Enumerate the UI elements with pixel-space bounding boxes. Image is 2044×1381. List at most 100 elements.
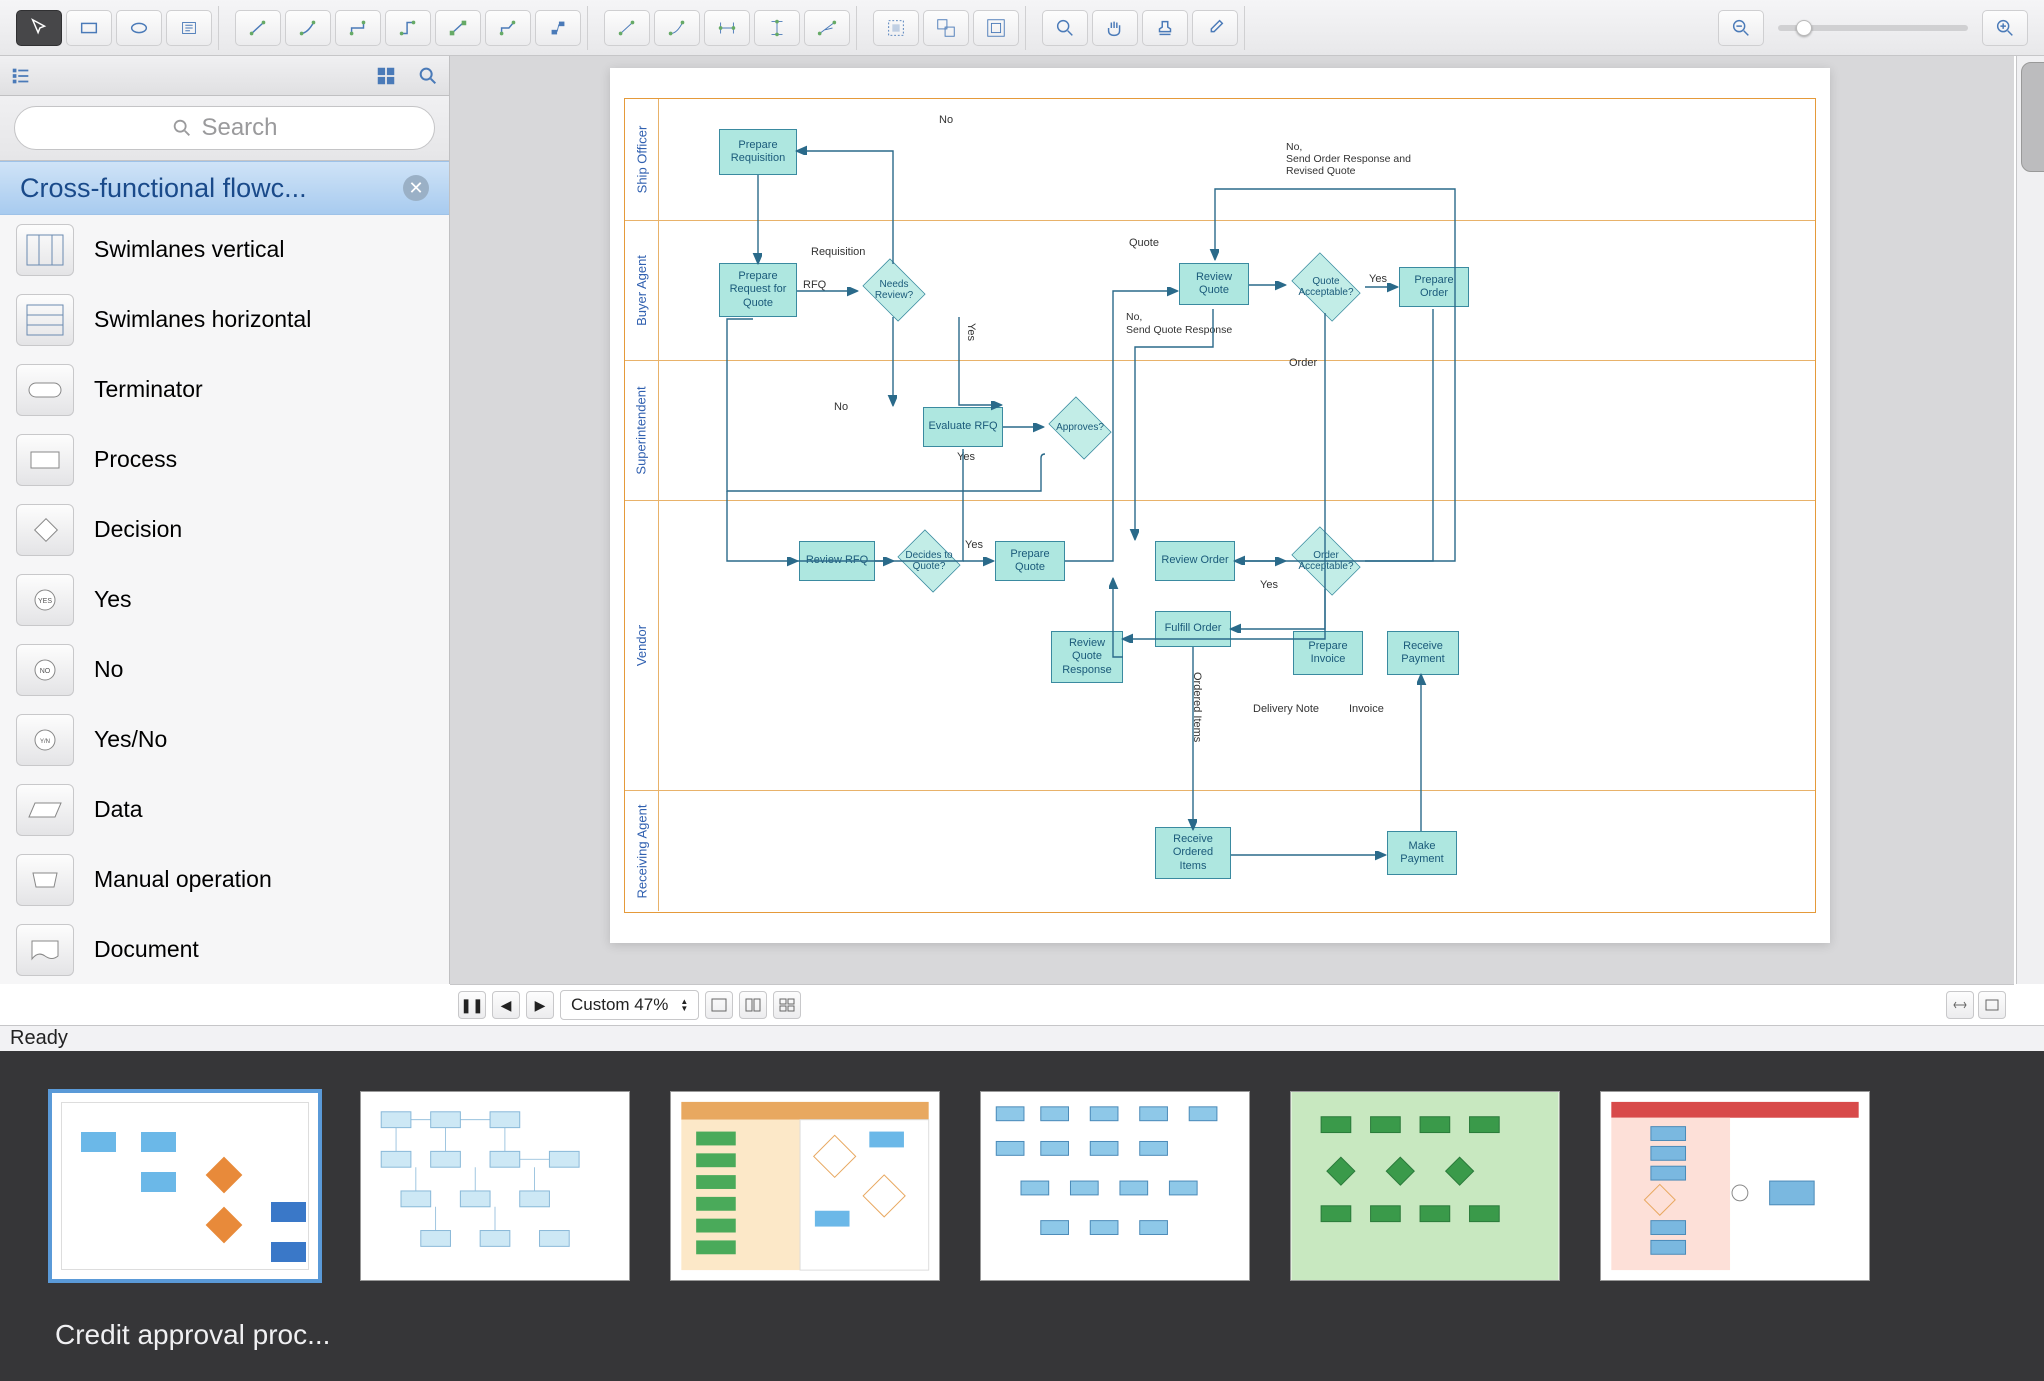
node-fulfill-order[interactable]: Fulfill Order: [1155, 611, 1231, 647]
node-review-quote-resp[interactable]: Review Quote Response: [1051, 631, 1123, 683]
node-prepare-invoice[interactable]: Prepare Invoice: [1293, 631, 1363, 675]
thumbnail-3[interactable]: [670, 1091, 940, 1281]
group-1[interactable]: [873, 10, 919, 46]
edge-label-no2: No: [834, 401, 848, 413]
node-order-acceptable[interactable]: Order Acceptable?: [1286, 533, 1366, 589]
shape-label: Process: [94, 446, 177, 473]
top-toolbar: [0, 0, 2044, 56]
node-needs-review[interactable]: Needs Review?: [859, 263, 929, 317]
shape-label: Terminator: [94, 376, 203, 403]
node-review-order[interactable]: Review Order: [1155, 541, 1235, 581]
connector-2[interactable]: [285, 10, 331, 46]
connector-1[interactable]: [235, 10, 281, 46]
page-next-icon[interactable]: ▶: [526, 991, 554, 1019]
decision-icon: [16, 504, 74, 556]
drawing-page[interactable]: Ship Officer Prepare Requisition No No, …: [610, 68, 1830, 943]
shape-terminator[interactable]: Terminator: [0, 355, 449, 425]
node-review-rfq[interactable]: Review RFQ: [799, 541, 875, 581]
zoom-in[interactable]: [1982, 10, 2028, 46]
node-receive-items[interactable]: Receive Ordered Items: [1155, 827, 1231, 879]
group-2[interactable]: [923, 10, 969, 46]
node-receive-payment[interactable]: Receive Payment: [1387, 631, 1459, 675]
connector-3[interactable]: [335, 10, 381, 46]
lane-label-0: Ship Officer: [634, 126, 649, 194]
connector-6[interactable]: [485, 10, 531, 46]
shape-label: Document: [94, 936, 199, 963]
thumbnail-4[interactable]: [980, 1091, 1250, 1281]
page-pause-icon[interactable]: ❚❚: [458, 991, 486, 1019]
shape-manual[interactable]: Manual operation: [0, 845, 449, 915]
stamp-tool[interactable]: [1142, 10, 1188, 46]
group-3[interactable]: [973, 10, 1019, 46]
shape-data[interactable]: Data: [0, 775, 449, 845]
align-5[interactable]: [804, 10, 850, 46]
zoom-down-icon[interactable]: ▼: [680, 1005, 688, 1012]
page-prev-icon[interactable]: ◀: [492, 991, 520, 1019]
node-review-quote[interactable]: Review Quote: [1179, 263, 1249, 305]
process-icon: [16, 434, 74, 486]
library-sidebar: Search Cross-functional flowc... ✕ Swiml…: [0, 56, 450, 984]
eyedropper-tool[interactable]: [1192, 10, 1238, 46]
thumbnail-1[interactable]: [50, 1091, 320, 1281]
pan-tool[interactable]: [1092, 10, 1138, 46]
document-icon: [16, 924, 74, 976]
view-multi-icon[interactable]: [739, 991, 767, 1019]
terminator-icon: [16, 364, 74, 416]
close-library-icon[interactable]: ✕: [403, 175, 429, 201]
vertical-scrollbar[interactable]: [2016, 56, 2044, 984]
zoom-indicator[interactable]: Custom 47% ▲▼: [560, 990, 699, 1020]
search-input[interactable]: Search: [14, 106, 435, 150]
shape-document[interactable]: Document: [0, 915, 449, 984]
node-quote-acceptable[interactable]: Quote Acceptable?: [1286, 259, 1366, 315]
text-tool[interactable]: [166, 10, 212, 46]
align-2[interactable]: [654, 10, 700, 46]
shape-yes[interactable]: YESYes: [0, 565, 449, 635]
align-3[interactable]: [704, 10, 750, 46]
tab-search-icon[interactable]: [407, 57, 449, 95]
zoom-tool[interactable]: [1042, 10, 1088, 46]
zoom-out[interactable]: [1718, 10, 1764, 46]
view-single-icon[interactable]: [705, 991, 733, 1019]
rectangle-tool[interactable]: [66, 10, 112, 46]
node-prepare-quote[interactable]: Prepare Quote: [995, 541, 1065, 581]
thumbnail-6[interactable]: [1600, 1091, 1870, 1281]
shape-process[interactable]: Process: [0, 425, 449, 495]
lane-label-1: Buyer Agent: [634, 255, 649, 326]
edge-label-yes3: Yes: [965, 539, 983, 551]
shape-decision[interactable]: Decision: [0, 495, 449, 565]
shape-no[interactable]: NONo: [0, 635, 449, 705]
node-prepare-order[interactable]: Prepare Order: [1399, 267, 1469, 307]
edge-label-no: No: [939, 114, 953, 126]
view-grid-icon[interactable]: [773, 991, 801, 1019]
shape-yesno[interactable]: Y/NYes/No: [0, 705, 449, 775]
connector-7[interactable]: [535, 10, 581, 46]
status-bar: Ready: [0, 1025, 2044, 1051]
node-approves[interactable]: Approves?: [1045, 401, 1115, 455]
search-icon: [171, 117, 193, 139]
shape-swimlane-h[interactable]: Swimlanes horizontal: [0, 285, 449, 355]
zoom-slider[interactable]: [1778, 25, 1968, 31]
connector-5[interactable]: [435, 10, 481, 46]
fit-page-icon[interactable]: [1978, 991, 2006, 1019]
swimlane-v-icon: [16, 224, 74, 276]
node-prepare-requisition[interactable]: Prepare Requisition: [719, 129, 797, 175]
tab-outline-icon[interactable]: [0, 57, 42, 95]
node-prepare-rfq[interactable]: Prepare Request for Quote: [719, 263, 797, 317]
align-1[interactable]: [604, 10, 650, 46]
shape-swimlane-v[interactable]: Swimlanes vertical: [0, 215, 449, 285]
ellipse-tool[interactable]: [116, 10, 162, 46]
tab-grid-icon[interactable]: [365, 57, 407, 95]
lane-label-4: Receiving Agent: [634, 804, 649, 898]
canvas[interactable]: Ship Officer Prepare Requisition No No, …: [450, 56, 2014, 984]
fit-width-icon[interactable]: [1946, 991, 1974, 1019]
connector-4[interactable]: [385, 10, 431, 46]
thumbnail-5[interactable]: [1290, 1091, 1560, 1281]
library-header[interactable]: Cross-functional flowc... ✕: [0, 161, 449, 215]
canvas-footer: ❚❚ ◀ ▶ Custom 47% ▲▼: [450, 984, 2014, 1025]
node-decides-quote[interactable]: Decides to Quote?: [894, 534, 964, 588]
select-tool[interactable]: [16, 10, 62, 46]
node-evaluate-rfq[interactable]: Evaluate RFQ: [923, 407, 1003, 447]
align-4[interactable]: [754, 10, 800, 46]
node-make-payment[interactable]: Make Payment: [1387, 831, 1457, 875]
thumbnail-2[interactable]: [360, 1091, 630, 1281]
